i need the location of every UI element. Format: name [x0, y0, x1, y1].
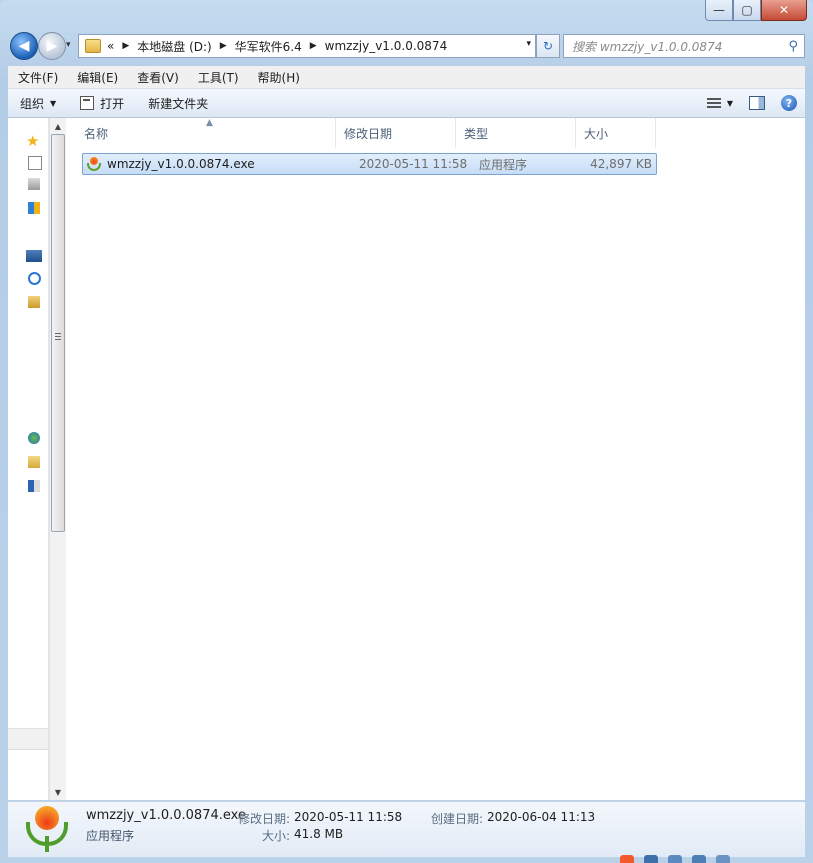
scroll-up-icon[interactable]: ▲ [50, 118, 66, 134]
explorer-window: — ▢ ✕ ◀ ▶ ▾ « ▶ 本地磁盘 (D:) ▶ 华军软件6.4 ▶ wm… [0, 0, 813, 863]
table-row[interactable]: wmzzjy_v1.0.0.0874.exe 2020-05-11 11:58 … [82, 153, 657, 175]
details-created-label: 创建日期: [431, 812, 484, 826]
open-label: 打开 [100, 96, 125, 111]
app-tray-icon[interactable] [620, 855, 634, 863]
app-icon [87, 157, 101, 171]
breadcrumb-overflow[interactable]: « [107, 39, 114, 53]
breadcrumb-separator-icon[interactable]: ▶ [220, 41, 227, 51]
taskbar-partial [620, 855, 813, 863]
refresh-button[interactable]: ↻ [536, 34, 560, 58]
search-icon[interactable]: ⚲ [788, 39, 798, 54]
menu-view[interactable]: 查看(V) [127, 69, 188, 86]
folder-icon[interactable] [28, 296, 40, 308]
column-header-modified[interactable]: 修改日期 [336, 118, 456, 148]
file-name: wmzzjy_v1.0.0.0874.exe [107, 157, 255, 171]
views-icon [706, 97, 721, 109]
recent-pages-dropdown[interactable]: ▾ [66, 40, 71, 50]
open-icon [80, 96, 95, 110]
view-controls: ▼ ? [706, 89, 797, 117]
new-folder-label: 新建文件夹 [148, 96, 209, 111]
menu-bar: 文件(F) 编辑(E) 查看(V) 工具(T) 帮助(H) [8, 66, 805, 89]
forward-button[interactable]: ▶ [38, 32, 66, 60]
details-modified-value: 2020-05-11 11:58 [294, 810, 403, 824]
minimize-button[interactable]: — [705, 0, 733, 21]
cloud-icon[interactable] [28, 272, 41, 285]
details-filename: wmzzjy_v1.0.0.0874.exe [86, 808, 246, 823]
libraries-icon[interactable] [26, 250, 42, 262]
breadcrumb-item-folder[interactable]: 华军软件6.4 [235, 38, 302, 55]
menu-help[interactable]: 帮助(H) [248, 69, 309, 86]
details-size-value: 41.8 MB [294, 827, 344, 841]
navigation-bar: ◀ ▶ ▾ « ▶ 本地磁盘 (D:) ▶ 华军软件6.4 ▶ wmzzjy_v… [8, 30, 805, 62]
menu-tools[interactable]: 工具(T) [188, 69, 248, 86]
search-box[interactable]: 搜索 wmzzjy_v1.0.0.0874 ⚲ [563, 34, 805, 58]
open-button[interactable]: 打开 [68, 89, 136, 117]
help-icon[interactable]: ? [781, 95, 797, 111]
file-list: ▲ 名称 修改日期 类型 大小 wmzzjy_v1.0.0.0874.exe 2… [66, 118, 805, 800]
network-icon[interactable] [28, 480, 40, 492]
refresh-icon: ↻ [542, 39, 554, 53]
caption-buttons: — ▢ ✕ [705, 0, 807, 21]
details-created-value: 2020-06-04 11:13 [487, 810, 596, 824]
breadcrumb-item-current[interactable]: wmzzjy_v1.0.0.0874 [325, 39, 448, 53]
chevron-down-icon: ▼ [50, 98, 57, 108]
new-folder-button[interactable]: 新建文件夹 [136, 89, 220, 117]
ime-tray-icon[interactable] [644, 855, 658, 863]
computer-icon[interactable] [28, 456, 40, 468]
breadcrumb: ▶ 本地磁盘 (D:) ▶ 华军软件6.4 ▶ wmzzjy_v1.0.0.08… [114, 38, 447, 55]
breadcrumb-item-drive[interactable]: 本地磁盘 (D:) [137, 38, 211, 55]
menu-file[interactable]: 文件(F) [8, 69, 67, 86]
file-type: 应用程序 [479, 157, 528, 172]
scroll-down-icon[interactable]: ▼ [50, 784, 66, 800]
desktop-icon[interactable] [28, 156, 42, 170]
preview-pane-icon[interactable] [749, 96, 765, 110]
back-button[interactable]: ◀ [10, 32, 38, 60]
column-header-size[interactable]: 大小 [576, 118, 656, 148]
file-modified: 2020-05-11 11:58 [359, 157, 468, 171]
grip-icon [55, 333, 61, 340]
navigation-pane-hscroll[interactable] [8, 728, 48, 750]
downloads-icon[interactable] [28, 178, 40, 190]
favorites-star-icon[interactable]: ★ [26, 132, 42, 150]
details-pane: wmzzjy_v1.0.0.0874.exe 应用程序 修改日期: 2020-0… [8, 801, 805, 857]
volume-tray-icon[interactable] [692, 855, 706, 863]
change-view-button[interactable]: ▼ [706, 97, 733, 109]
forward-arrow-icon: ▶ [46, 38, 58, 54]
column-headers: 名称 修改日期 类型 大小 [66, 118, 805, 148]
maximize-button[interactable]: ▢ [733, 0, 761, 21]
file-size: 42,897 KB [590, 157, 652, 171]
homegroup-icon[interactable] [28, 432, 40, 444]
navigation-scrollbar[interactable]: ▲ ▼ [49, 118, 67, 800]
folder-icon [85, 39, 101, 53]
address-dropdown-icon[interactable]: ▾ [526, 39, 531, 49]
menu-edit[interactable]: 编辑(E) [67, 69, 127, 86]
breadcrumb-separator-icon[interactable]: ▶ [122, 41, 129, 51]
command-bar: 组织 ▼ 打开 新建文件夹 ▼ ? [8, 89, 805, 118]
close-button[interactable]: ✕ [761, 0, 807, 21]
organize-button[interactable]: 组织 ▼ [8, 89, 68, 117]
action-center-icon[interactable] [716, 855, 730, 863]
breadcrumb-separator-icon[interactable]: ▶ [310, 41, 317, 51]
back-arrow-icon: ◀ [18, 38, 30, 54]
chevron-down-icon: ▼ [726, 98, 733, 108]
details-size-label: 大小: [262, 829, 291, 843]
details-modified-label: 修改日期: [238, 812, 291, 826]
column-header-type[interactable]: 类型 [456, 118, 576, 148]
scrollbar-thumb[interactable] [51, 134, 65, 532]
organize-label: 组织 [20, 96, 45, 111]
recent-places-icon[interactable] [28, 202, 40, 214]
navigation-pane: ★ [8, 118, 49, 800]
column-header-name[interactable]: 名称 [66, 118, 336, 148]
search-input[interactable]: 搜索 wmzzjy_v1.0.0.0874 [572, 38, 788, 55]
address-bar[interactable]: « ▶ 本地磁盘 (D:) ▶ 华军软件6.4 ▶ wmzzjy_v1.0.0.… [78, 34, 536, 58]
details-filetype: 应用程序 [86, 829, 135, 843]
app-large-icon [22, 806, 72, 854]
network-tray-icon[interactable] [668, 855, 682, 863]
